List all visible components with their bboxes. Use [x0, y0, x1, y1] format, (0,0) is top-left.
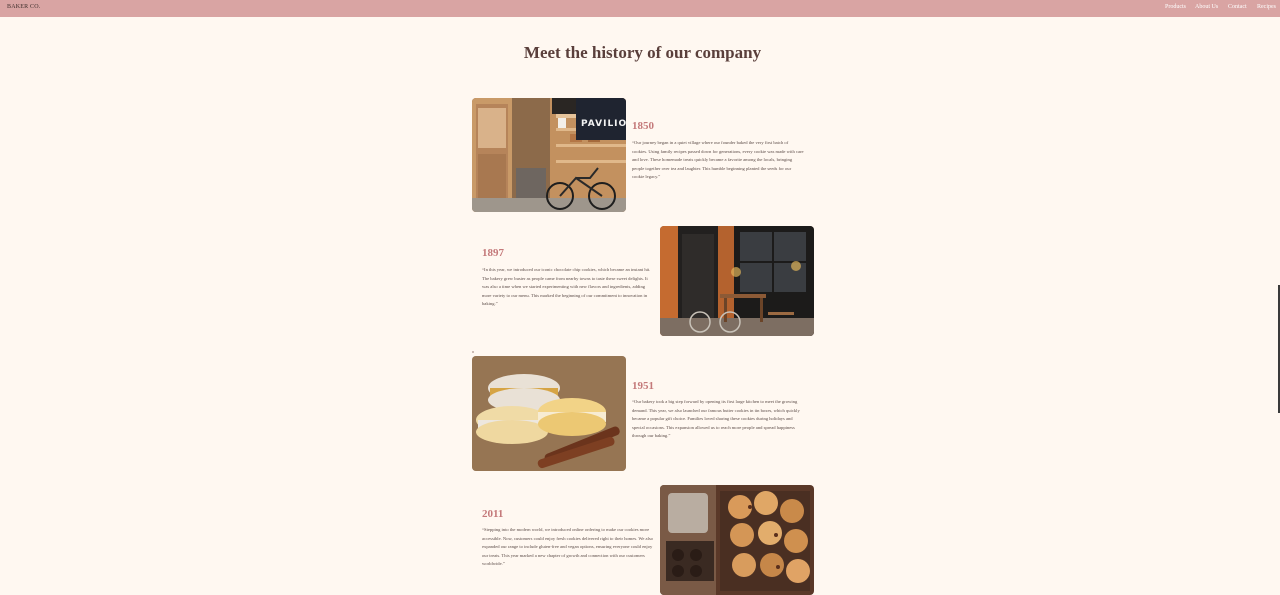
timeline-text-1897: “In this year, we introduced our iconic …: [482, 267, 651, 307]
bakery-storefront-photo: PAVILIO: [472, 98, 626, 212]
nav-link-about-us[interactable]: About Us: [1195, 4, 1218, 10]
top-navbar: BAKER CO. Products About Us Contact Reci…: [0, 0, 1280, 17]
timeline-text-2011: “Stepping into the modern world, we intr…: [482, 527, 653, 567]
nav-link-contact[interactable]: Contact: [1228, 4, 1247, 10]
timeline-text-1951: “Our bakery took a big step forward by o…: [632, 399, 800, 439]
timeline-year-1951: 1951: [632, 380, 654, 392]
divider-dot: [472, 351, 474, 353]
cookies-tray-photo: [660, 485, 814, 595]
timeline-year-2011: 2011: [482, 508, 504, 520]
page-title: Meet the history of our company: [523, 43, 762, 62]
macarons-photo: [472, 356, 626, 471]
timeline-text-1850: “Our journey began in a quiet village wh…: [632, 140, 804, 180]
timeline-year-1850: 1850: [632, 120, 654, 132]
nav-link-recipes[interactable]: Recipes: [1257, 4, 1276, 10]
brand-logo[interactable]: BAKER CO.: [7, 4, 40, 10]
nav-link-products[interactable]: Products: [1165, 4, 1186, 10]
timeline-year-1897: 1897: [482, 247, 504, 259]
shop-sign-text: PAVILIO: [581, 119, 626, 129]
cafe-terrace-photo: [660, 226, 814, 336]
